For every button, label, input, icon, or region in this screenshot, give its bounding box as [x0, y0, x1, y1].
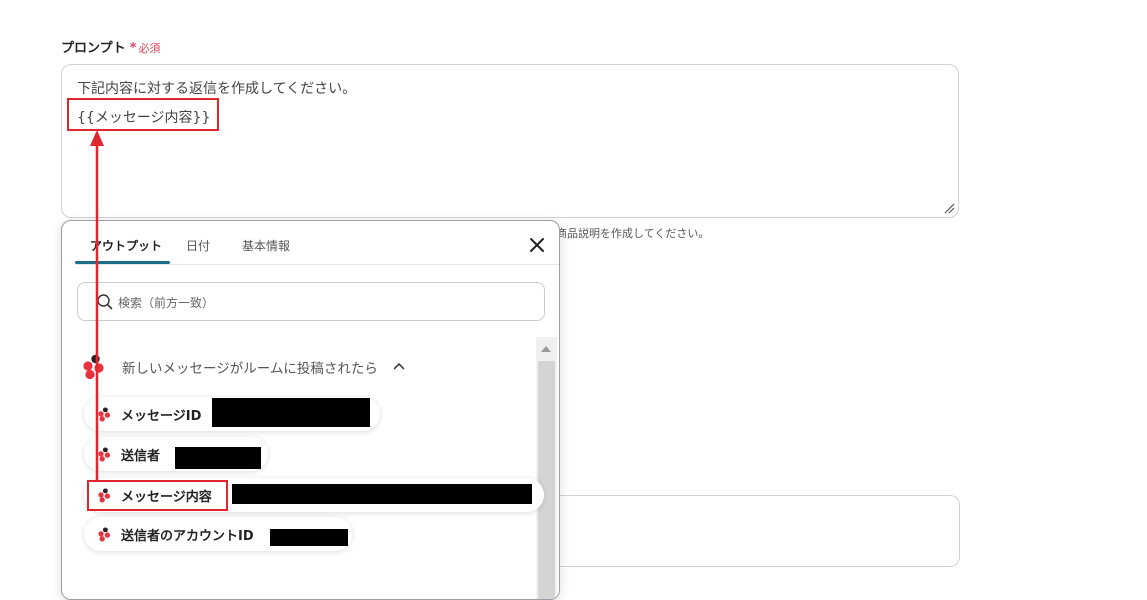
scrollbar-thumb[interactable]: [538, 361, 555, 599]
annotation-highlight-chip: [87, 480, 228, 511]
chatwork-icon: [98, 527, 111, 542]
required-mark: *: [129, 41, 137, 56]
chatwork-icon: [98, 407, 111, 422]
redacted-value: [270, 529, 348, 546]
variable-picker-popup: アウトプット 日付 基本情報 新しいメッセージがルームに投稿されたら メッセージ…: [61, 220, 560, 600]
resize-handle-icon[interactable]: [943, 202, 955, 214]
search-field[interactable]: [77, 282, 545, 321]
helper-text: 商品説明を作成してください。: [556, 227, 710, 240]
prompt-text-line-1: 下記内容に対する返信を作成してください。: [77, 81, 357, 97]
prompt-textarea[interactable]: 下記内容に対する返信を作成してください。 {{メッセージ内容}}: [61, 64, 959, 218]
search-icon: [97, 294, 113, 310]
redacted-value: [212, 398, 370, 427]
chevron-up-icon[interactable]: [393, 362, 405, 370]
tab-output[interactable]: アウトプット: [90, 237, 162, 254]
required-text: 必須: [138, 42, 161, 55]
annotation-highlight-token: [67, 98, 219, 131]
chatwork-icon: [98, 447, 111, 462]
trigger-group-title[interactable]: 新しいメッセージがルームに投稿されたら: [122, 357, 378, 377]
prompt-label-text: プロンプト: [61, 41, 126, 56]
chip-label: メッセージID: [121, 409, 202, 424]
tabs-divider: [75, 264, 559, 265]
redacted-value: [175, 447, 261, 469]
tab-basic-info[interactable]: 基本情報: [242, 237, 290, 254]
close-icon[interactable]: [528, 236, 546, 254]
tab-date[interactable]: 日付: [186, 237, 210, 254]
active-tab-indicator: [75, 261, 170, 264]
variable-chip-sender-account-id[interactable]: 送信者のアカウントID: [84, 517, 352, 551]
variable-chip-message-id[interactable]: メッセージID: [84, 397, 380, 431]
search-input[interactable]: [116, 291, 520, 314]
scroll-up-arrow-icon[interactable]: [541, 346, 551, 352]
chip-label: 送信者のアカウントID: [121, 529, 254, 544]
scrollbar[interactable]: [536, 337, 557, 599]
chip-label: 送信者: [121, 449, 161, 464]
prompt-label: プロンプト * 必須: [61, 37, 160, 56]
variable-chip-sender[interactable]: 送信者: [84, 437, 268, 471]
chatwork-icon: [83, 354, 104, 380]
redacted-value: [232, 484, 532, 504]
secondary-input-field[interactable]: [556, 495, 960, 567]
